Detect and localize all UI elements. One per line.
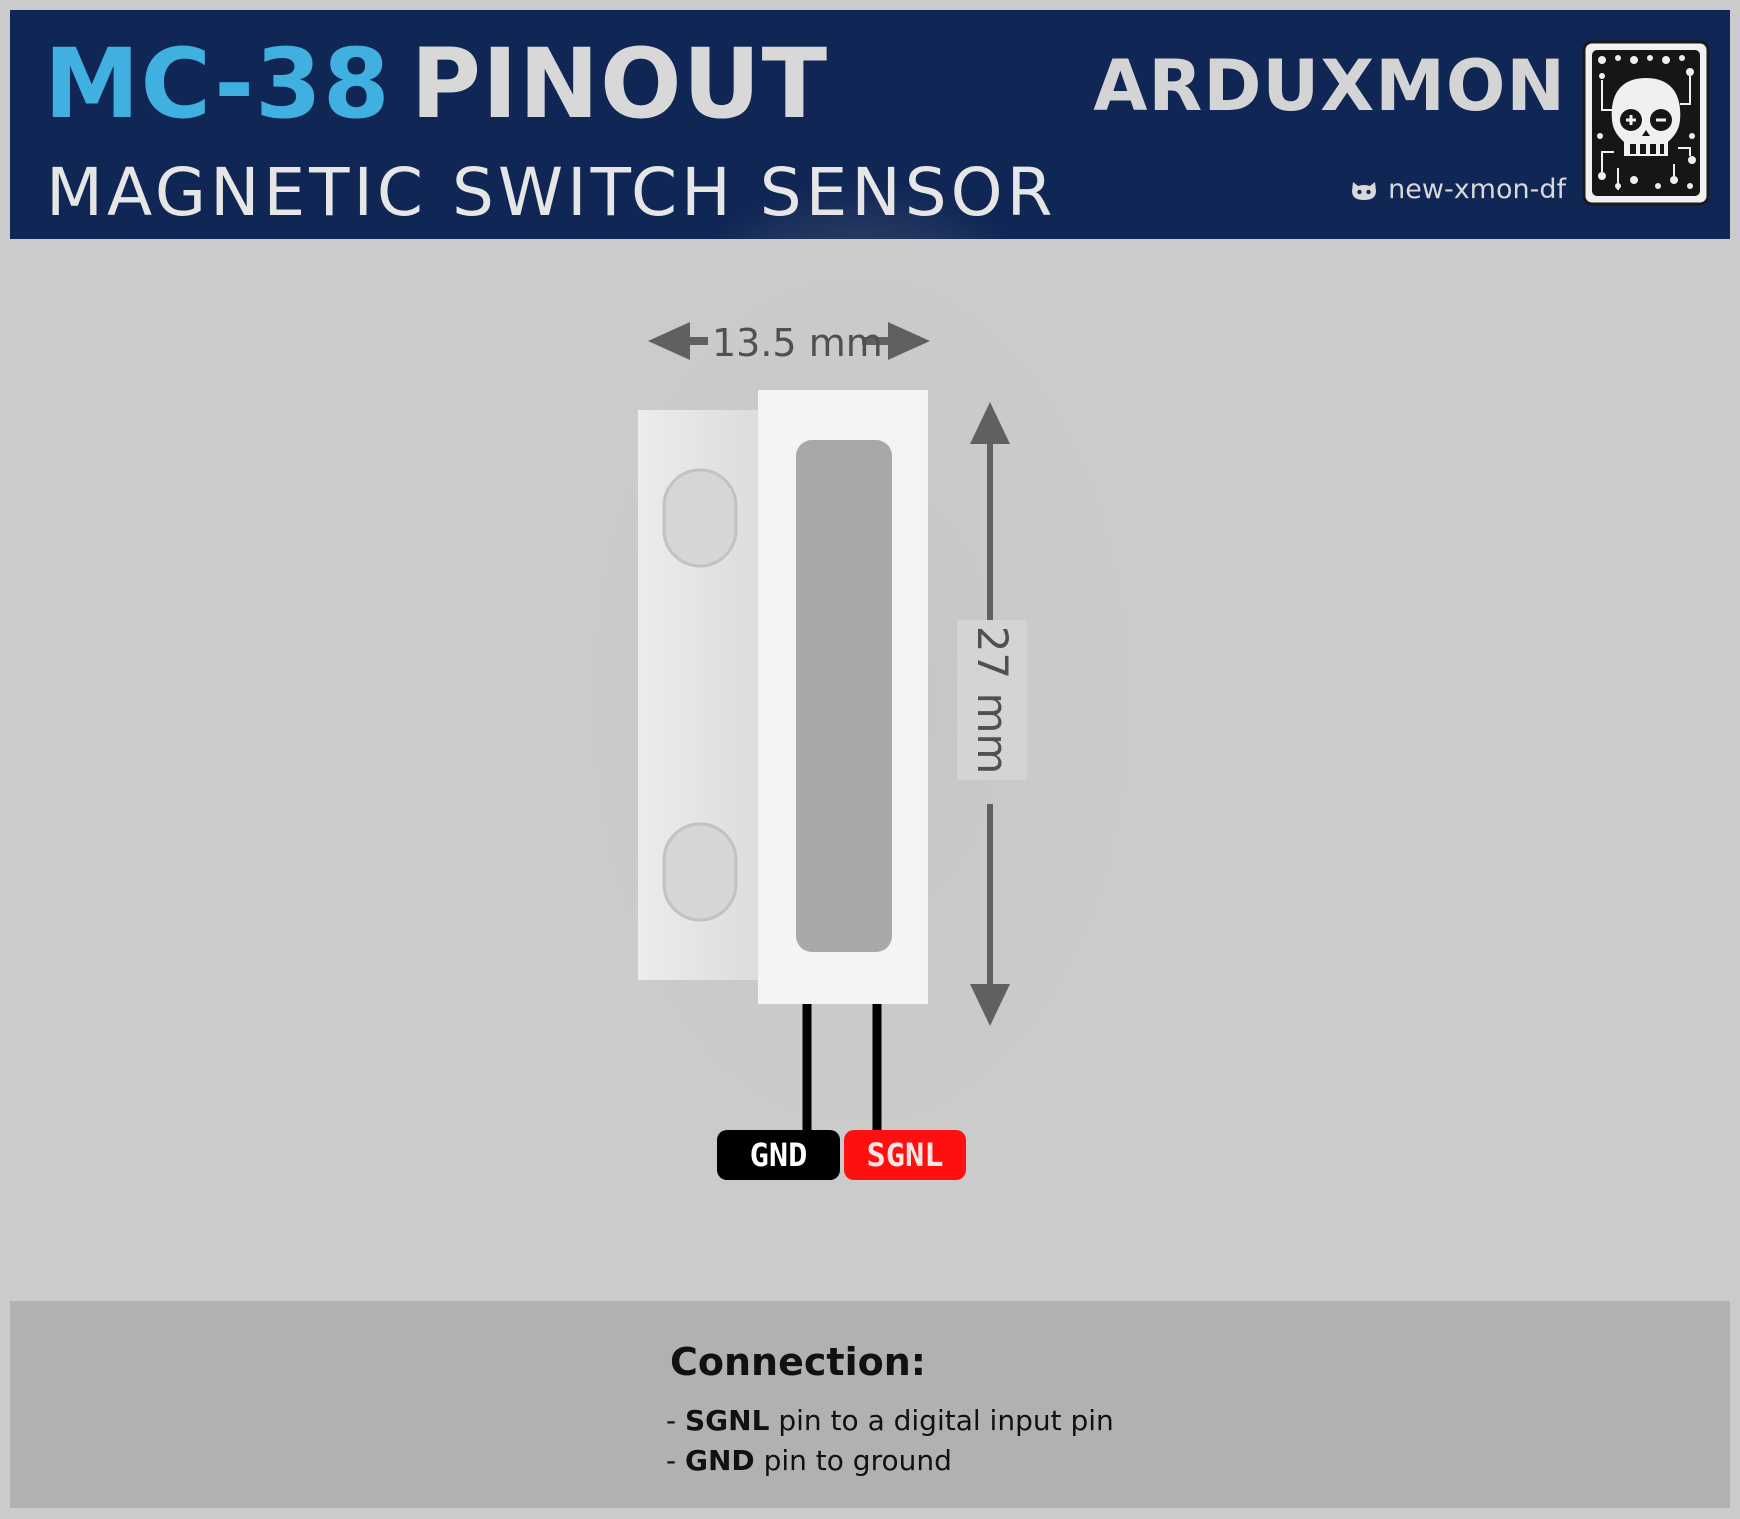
mounting-hole-top: [662, 468, 738, 568]
sensor-window: [796, 440, 892, 952]
connection-line-text: pin to ground: [754, 1444, 952, 1477]
connection-line-gnd: - GND pin to ground: [666, 1441, 952, 1481]
connection-title: Connection:: [670, 1340, 926, 1384]
pin-gnd-badge: GND: [717, 1130, 840, 1180]
width-dimension-label: 13.5 mm: [712, 321, 883, 365]
mounting-hole-bottom: [662, 822, 738, 922]
mc38-sensor-body: [638, 390, 928, 1004]
connection-line-prefix: -: [666, 1444, 686, 1477]
sensor-diagram: [530, 180, 1190, 1220]
height-dimension-label: 27 mm: [968, 625, 1017, 775]
connection-line-prefix: -: [666, 1404, 686, 1437]
connection-line-pin: SGNL: [685, 1404, 770, 1437]
height-dimension-label-box: 27 mm: [957, 620, 1027, 780]
connection-panel: Connection: - SGNL pin to a digital inpu…: [10, 1301, 1730, 1508]
connection-line-pin: GND: [685, 1444, 755, 1477]
pin-sgnl-badge: SGNL: [844, 1130, 966, 1180]
connection-line-text: pin to a digital input pin: [769, 1404, 1114, 1437]
connection-line-sgnl: - SGNL pin to a digital input pin: [666, 1401, 1114, 1441]
